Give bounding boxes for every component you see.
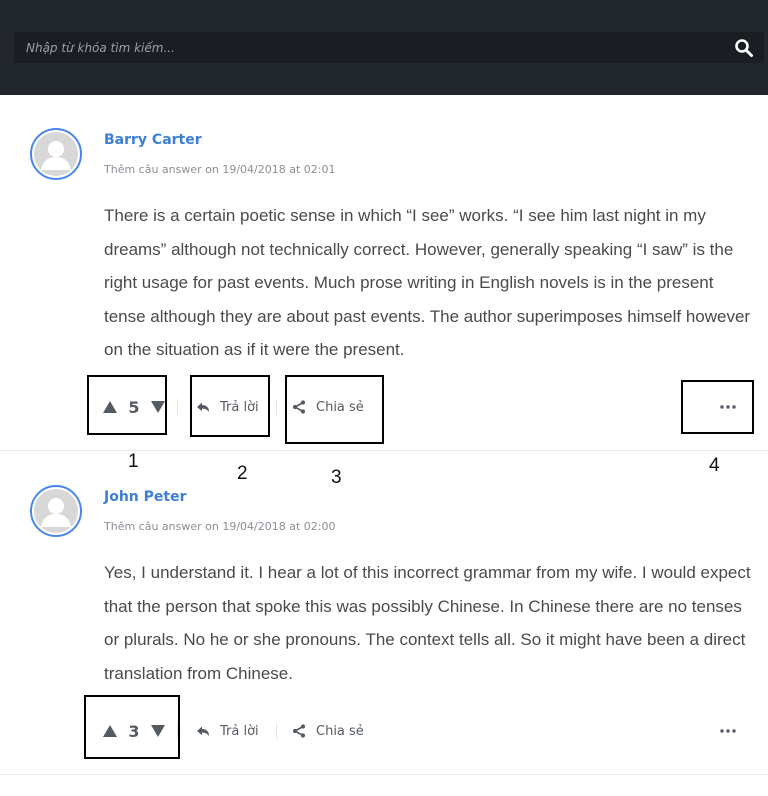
author-name[interactable]: Barry Carter	[104, 132, 202, 148]
annotation-number: 3	[331, 467, 342, 488]
search-icon[interactable]	[734, 38, 754, 58]
search-bar	[14, 32, 764, 63]
reply-button[interactable]: Trả lời	[196, 721, 259, 741]
avatar-icon	[34, 489, 78, 533]
avatar[interactable]	[30, 128, 82, 180]
avatar-icon	[34, 132, 78, 176]
answer-body: There is a certain poetic sense in which…	[104, 206, 751, 359]
annotation-box-vote	[87, 375, 167, 435]
answer-meta: Thêm câu answer on 19/04/2018 at 02:01	[104, 163, 336, 176]
more-options-button[interactable]	[716, 721, 740, 741]
divider	[177, 399, 178, 415]
share-label: Chia sẻ	[316, 723, 364, 739]
annotation-number: 1	[128, 451, 139, 472]
annotation-number: 4	[709, 455, 720, 476]
divider	[276, 723, 277, 739]
answer-body: Yes, I understand it. I hear a lot of th…	[104, 563, 751, 683]
more-icon	[720, 729, 736, 733]
annotation-box-reply	[190, 375, 270, 437]
reply-icon	[197, 726, 209, 736]
answer-meta: Thêm câu answer on 19/04/2018 at 02:00	[104, 520, 336, 533]
share-button[interactable]: Chia sẻ	[292, 721, 364, 741]
reply-label: Trả lời	[220, 723, 259, 739]
site-header	[0, 0, 768, 95]
avatar[interactable]	[30, 485, 82, 537]
annotation-box-vote-2	[84, 695, 180, 759]
share-icon	[292, 724, 306, 738]
answer-divider	[0, 774, 768, 775]
search-input[interactable]	[14, 32, 714, 63]
divider	[276, 399, 277, 415]
annotation-box-more	[681, 380, 754, 434]
annotation-number: 2	[237, 463, 248, 484]
annotation-box-share	[285, 375, 384, 444]
author-name[interactable]: John Peter	[104, 489, 186, 505]
